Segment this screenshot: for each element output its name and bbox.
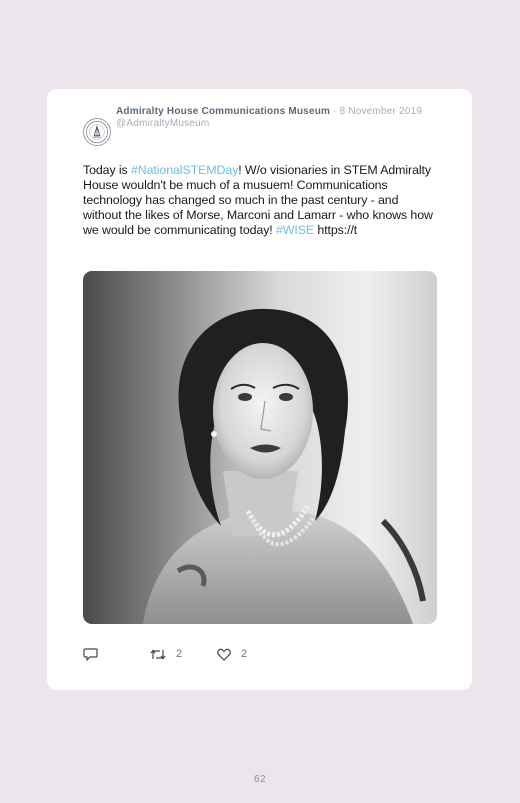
retweet-count: 2 xyxy=(176,648,183,660)
like-button[interactable]: 2 xyxy=(217,646,247,662)
tweet-header: Admiralty House Communications Museum · … xyxy=(116,105,446,130)
heart-icon xyxy=(217,648,231,661)
reply-icon xyxy=(83,648,98,661)
tweet-text-part: Today is xyxy=(83,163,131,177)
tweet-photo[interactable] xyxy=(83,271,437,624)
portrait-photo xyxy=(83,271,437,624)
hashtag-link[interactable]: #WISE xyxy=(276,223,314,237)
date-separator: · xyxy=(330,106,340,117)
avatar[interactable] xyxy=(83,118,111,146)
tweet-link[interactable]: https://t xyxy=(314,223,357,237)
tweet-text: Today is #NationalSTEMDay! W/o visionari… xyxy=(83,163,433,238)
museum-logo-icon xyxy=(85,120,109,144)
tweet-actions: 2 2 xyxy=(83,646,283,662)
account-handle[interactable]: @AdmiraltyMuseum xyxy=(116,118,446,130)
hashtag-link[interactable]: #NationalSTEMDay xyxy=(131,163,238,177)
tweet-card: Admiralty House Communications Museum · … xyxy=(47,89,472,690)
retweet-button[interactable]: 2 xyxy=(150,646,182,662)
reply-button[interactable] xyxy=(83,646,98,662)
account-name[interactable]: Admiralty House Communications Museum xyxy=(116,106,330,117)
page-number: 62 xyxy=(253,774,267,785)
like-count: 2 xyxy=(241,648,248,660)
retweet-icon xyxy=(150,649,166,659)
tweet-date[interactable]: 8 November 2019 xyxy=(340,106,423,117)
